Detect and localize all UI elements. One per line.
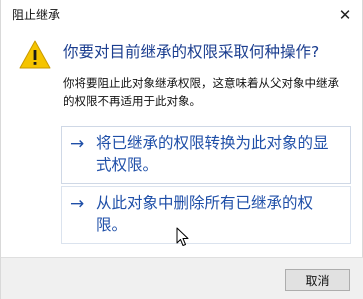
remove-inherited-permissions-option[interactable]: → 从此对象中删除所有已继承的权 限。: [61, 186, 351, 244]
option-label: 从此对象中删除所有已继承的权 限。: [96, 192, 342, 236]
description-line: 你将要阻止此对象继承权限，这意味着从父对象中继承: [63, 76, 339, 90]
arrow-right-icon: →: [70, 134, 85, 154]
description-line: 的权限不再适用于此对象。: [63, 94, 201, 108]
dialog-footer: 取消: [1, 257, 363, 299]
option-label: 将已继承的权限转换为此对象的显 式权限。: [96, 132, 342, 176]
close-icon: ✕: [338, 6, 352, 24]
dialog-heading: 你要对目前继承的权限采取何种操作?: [63, 43, 320, 61]
block-inheritance-dialog: 阻止继承 ✕ 你要对目前继承的权限采取何种操作? 你将要阻止此对象继承权限，这意…: [0, 0, 363, 299]
option-label-line: 将已继承的权限转换为此对象的显: [96, 134, 329, 152]
close-button[interactable]: ✕: [326, 0, 363, 30]
option-label-line: 限。: [96, 216, 128, 234]
arrow-right-icon: →: [70, 194, 85, 214]
mouse-pointer-icon: [176, 227, 189, 246]
cancel-button[interactable]: 取消: [285, 269, 350, 291]
title-bar: 阻止继承 ✕: [1, 0, 363, 30]
warning-triangle-icon: [19, 40, 51, 69]
window-title: 阻止继承: [12, 8, 61, 22]
option-label-line: 式权限。: [96, 156, 159, 174]
option-label-line: 从此对象中删除所有已继承的权: [96, 194, 314, 212]
convert-inherited-permissions-option[interactable]: → 将已继承的权限转换为此对象的显 式权限。: [61, 126, 351, 184]
dialog-description: 你将要阻止此对象继承权限，这意味着从父对象中继承 的权限不再适用于此对象。: [63, 74, 353, 110]
